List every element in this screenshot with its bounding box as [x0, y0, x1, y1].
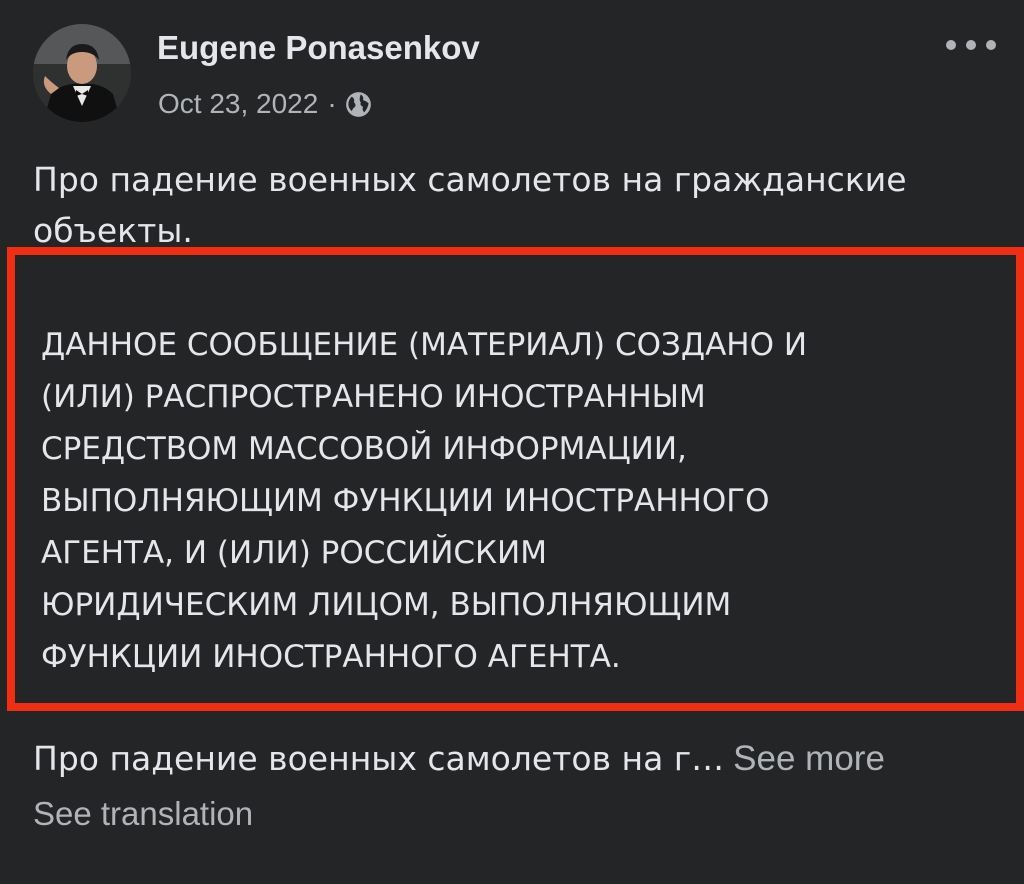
more-dot: [946, 40, 956, 50]
meta-separator: ·: [327, 88, 337, 119]
post-meta: Oct 23, 2022 ·: [158, 84, 372, 124]
post-summary-text: Про падение военных самолетов на г…: [33, 739, 725, 778]
avatar-photo: [33, 24, 131, 122]
foreign-agent-disclaimer: ДАННОЕ СООБЩЕНИЕ (МАТЕРИАЛ) СОЗДАНО И (И…: [41, 327, 808, 675]
author-name[interactable]: Eugene Ponasenkov: [157, 28, 480, 68]
post-summary: Про падение военных самолетов на г… See m…: [33, 734, 1013, 784]
more-options-icon[interactable]: [946, 30, 996, 60]
see-translation-link[interactable]: See translation: [33, 790, 253, 838]
more-dot: [986, 40, 996, 50]
highlight-frame: ДАННОЕ СООБЩЕНИЕ (МАТЕРИАЛ) СОЗДАНО И (И…: [7, 247, 1024, 711]
post-intro-text: Про падение военных самолетов на граждан…: [33, 160, 907, 246]
see-more-link[interactable]: See more: [733, 739, 885, 778]
author-avatar[interactable]: [33, 24, 131, 122]
globe-icon[interactable]: [345, 91, 372, 118]
post-date[interactable]: Oct 23, 2022: [158, 88, 318, 120]
more-dot: [966, 40, 976, 50]
